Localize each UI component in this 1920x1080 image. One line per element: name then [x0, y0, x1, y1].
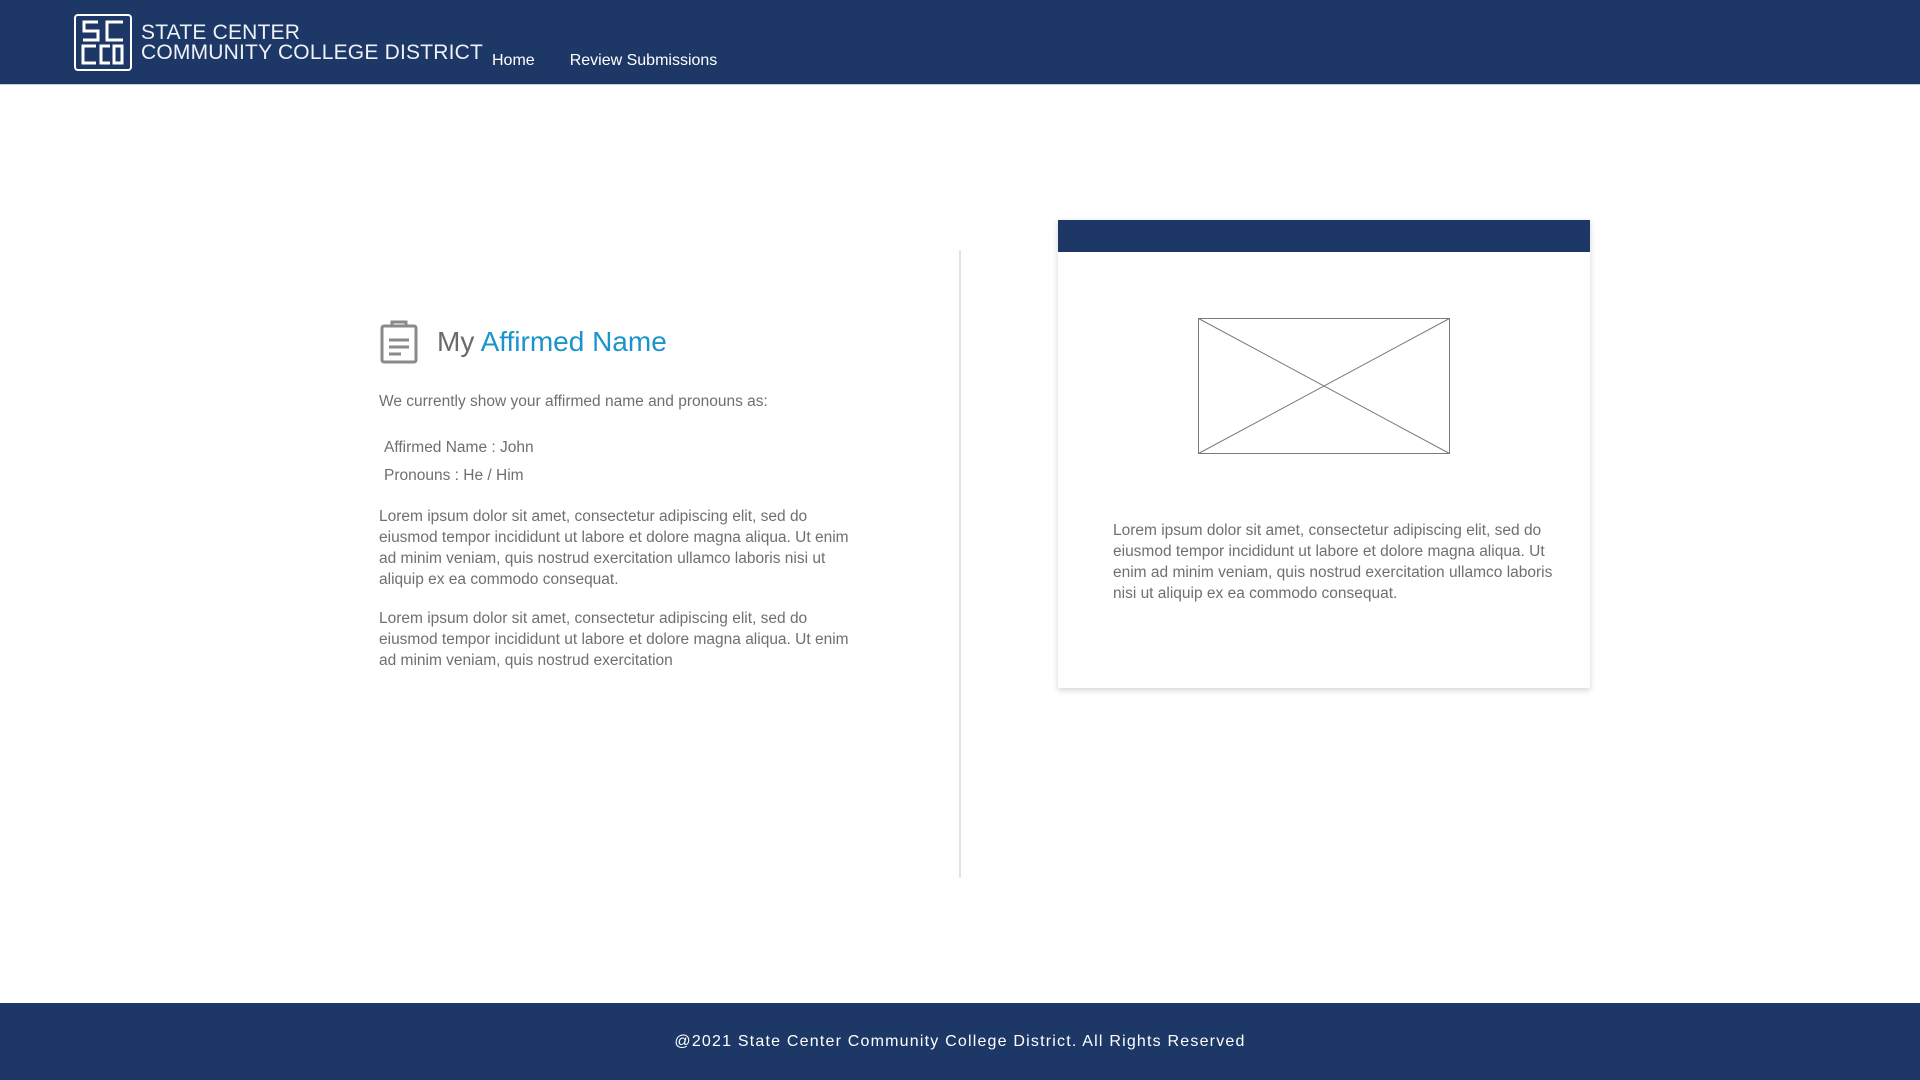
column-divider — [959, 250, 961, 878]
clipboard-icon — [380, 320, 418, 364]
main-nav: Home Review Submissions — [492, 50, 717, 72]
sccd-logo-icon — [74, 14, 132, 71]
body-paragraph-2: Lorem ipsum dolor sit amet, consectetur … — [379, 610, 849, 669]
section-heading: My Affirmed Name — [379, 318, 849, 366]
card-header-bar — [1058, 220, 1590, 252]
affirmed-name-section: My Affirmed Name We currently show your … — [379, 318, 849, 671]
brand[interactable]: STATE CENTER COMMUNITY COLLEGE DISTRICT — [74, 14, 483, 71]
page: STATE CENTER COMMUNITY COLLEGE DISTRICT … — [0, 0, 1920, 1080]
intro-text: We currently show your affirmed name and… — [379, 393, 768, 410]
brand-line-1: STATE CENTER — [141, 20, 301, 44]
page-title: My Affirmed Name — [437, 326, 667, 358]
info-card: Lorem ipsum dolor sit amet, consectetur … — [1058, 220, 1590, 688]
nav-review-submissions-link[interactable]: Review Submissions — [570, 50, 718, 72]
current-info: Affirmed Name : John Pronouns : He / Him — [379, 434, 849, 490]
pronouns-value: Pronouns : He / Him — [384, 467, 524, 484]
title-accent: Affirmed Name — [480, 326, 667, 357]
brand-name: STATE CENTER COMMUNITY COLLEGE DISTRICT — [141, 20, 484, 64]
copyright-text: @2021 State Center Community College Dis… — [674, 1032, 1246, 1050]
body-paragraph-1: Lorem ipsum dolor sit amet, consectetur … — [379, 508, 849, 588]
nav-home-link[interactable]: Home — [492, 50, 535, 72]
brand-line-2: COMMUNITY COLLEGE DISTRICT — [141, 40, 484, 64]
image-placeholder-icon — [1198, 318, 1450, 454]
top-navbar: STATE CENTER COMMUNITY COLLEGE DISTRICT … — [0, 0, 1920, 85]
card-text: Lorem ipsum dolor sit amet, consectetur … — [1113, 522, 1553, 602]
footer: @2021 State Center Community College Dis… — [0, 1003, 1920, 1080]
affirmed-name-value: Affirmed Name : John — [384, 439, 534, 456]
title-prefix: My — [437, 326, 475, 357]
